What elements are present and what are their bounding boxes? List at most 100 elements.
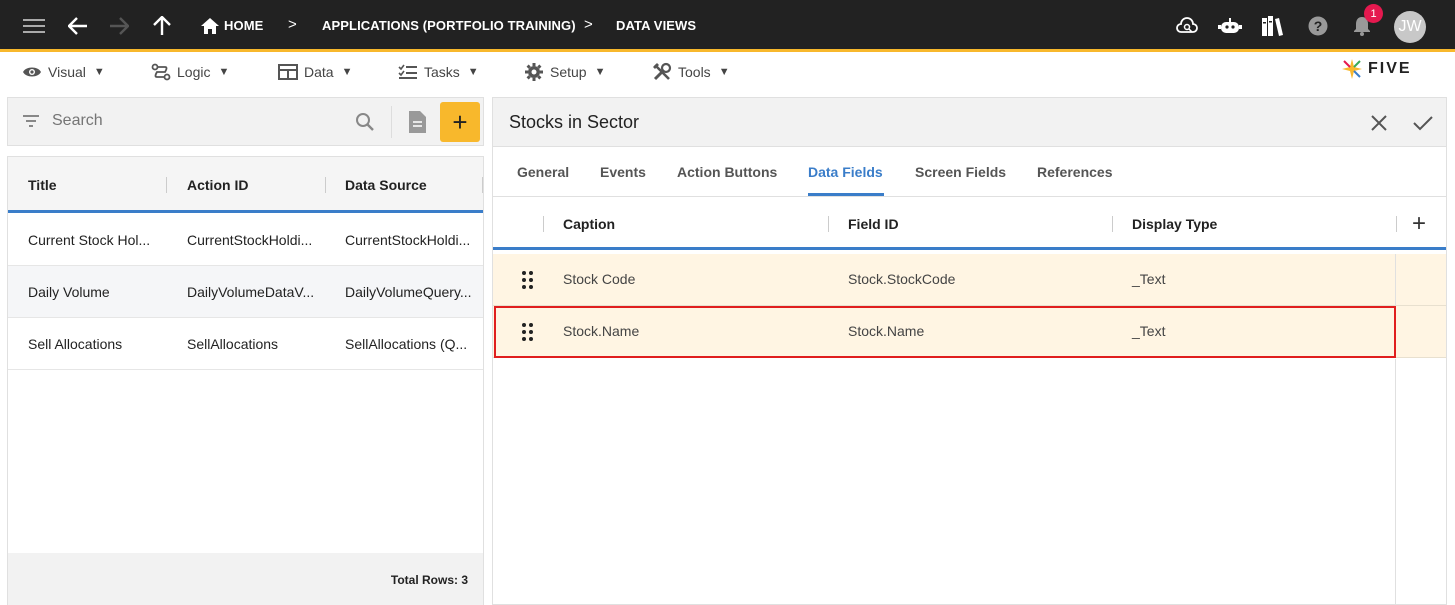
tab-data-fields[interactable]: Data Fields: [808, 164, 883, 180]
top-app-bar: HOME > APPLICATIONS (PORTFOLIO TRAINING)…: [0, 0, 1455, 52]
cloud-search-icon[interactable]: [1173, 12, 1201, 40]
hamburger-menu-icon[interactable]: [20, 12, 48, 40]
column-header-data-source[interactable]: Data Source: [345, 177, 427, 193]
detail-panel: Stocks in Sector General Events Action B…: [492, 97, 1447, 605]
add-record-button[interactable]: +: [440, 102, 480, 142]
list-item-action-id: SellAllocations: [187, 336, 279, 352]
search-input[interactable]: [52, 112, 342, 130]
breadcrumb-data-views[interactable]: DATA VIEWS: [616, 18, 696, 33]
column-divider: [828, 216, 829, 232]
filter-icon[interactable]: [22, 114, 40, 128]
menu-data[interactable]: Data ▼: [278, 61, 352, 83]
home-icon[interactable]: [196, 12, 224, 40]
tab-general[interactable]: General: [517, 164, 569, 180]
list-item-data-source: CurrentStockHoldi...: [345, 232, 471, 248]
save-check-icon[interactable]: [1413, 115, 1433, 131]
breadcrumb-separator-icon: >: [584, 16, 593, 33]
document-icon[interactable]: [407, 110, 427, 134]
list-item-title: Current Stock Hol...: [28, 232, 151, 248]
menu-setup[interactable]: Setup ▼: [524, 61, 605, 83]
menu-logic-label: Logic: [177, 64, 211, 80]
column-header-display-type[interactable]: Display Type: [1132, 216, 1217, 232]
column-divider: [1396, 216, 1397, 232]
column-header-field-id[interactable]: Field ID: [848, 216, 899, 232]
list-item-data-source: SellAllocations (Q...: [345, 336, 468, 352]
column-header-caption[interactable]: Caption: [563, 216, 615, 232]
active-tab-indicator: [808, 193, 884, 196]
notification-badge: 1: [1364, 4, 1383, 23]
cell-display-type: _Text: [1132, 271, 1166, 287]
menu-visual-label: Visual: [48, 64, 86, 80]
help-icon[interactable]: ?: [1304, 12, 1332, 40]
tab-references[interactable]: References: [1037, 164, 1113, 180]
table-row-tail: [1395, 254, 1446, 306]
logic-icon: [151, 63, 171, 81]
page-title: Stocks in Sector: [509, 112, 640, 132]
tasks-icon: [398, 64, 417, 79]
drag-handle-icon[interactable]: [521, 322, 535, 342]
gear-icon: [525, 63, 543, 81]
menu-tasks[interactable]: Tasks ▼: [398, 61, 479, 83]
close-icon[interactable]: [1371, 115, 1387, 131]
column-divider: [543, 216, 544, 232]
list-item[interactable]: Current Stock Hol... CurrentStockHoldi..…: [8, 214, 483, 266]
tab-action-buttons[interactable]: Action Buttons: [677, 164, 777, 180]
column-divider: [1112, 216, 1113, 232]
menu-tools[interactable]: Tools ▼: [652, 61, 730, 83]
list-item-action-id: CurrentStockHoldi...: [187, 232, 313, 248]
caret-down-icon: ▼: [594, 66, 606, 78]
column-header-action-id[interactable]: Action ID: [187, 177, 248, 193]
total-rows-label: Total Rows: 3: [390, 573, 468, 587]
list-item-title: Daily Volume: [28, 284, 110, 300]
five-logo: FIVE: [1340, 57, 1412, 81]
tools-icon: [653, 62, 672, 81]
column-header-title[interactable]: Title: [28, 177, 57, 193]
menu-logic[interactable]: Logic ▼: [151, 61, 229, 83]
detail-header: Stocks in Sector: [493, 98, 1446, 147]
chatbot-icon[interactable]: [1216, 12, 1244, 40]
breadcrumb-home[interactable]: HOME: [224, 18, 263, 33]
eye-icon: [23, 67, 41, 77]
up-arrow-icon[interactable]: [148, 12, 176, 40]
menu-data-label: Data: [304, 64, 334, 80]
caret-down-icon: ▼: [341, 66, 353, 78]
cell-field-id: Stock.StockCode: [848, 271, 956, 287]
list-item[interactable]: Sell Allocations SellAllocations SellAll…: [8, 318, 483, 370]
cell-caption: Stock Code: [563, 271, 636, 287]
records-list: Title Action ID Data Source Current Stoc…: [7, 156, 484, 605]
column-divider: [325, 177, 326, 193]
avatar[interactable]: JW: [1394, 11, 1426, 43]
tab-screen-fields[interactable]: Screen Fields: [915, 164, 1006, 180]
table-row-tail: [1395, 306, 1446, 358]
drag-handle-icon[interactable]: [521, 270, 535, 290]
column-divider: [482, 177, 483, 193]
fields-grid-header: Caption Field ID Display Type +: [493, 198, 1446, 250]
tab-bar: General Events Action Buttons Data Field…: [493, 147, 1446, 197]
cell-caption: Stock.Name: [563, 323, 640, 339]
list-header: Title Action ID Data Source: [8, 157, 483, 213]
list-item-action-id: DailyVolumeDataV...: [187, 284, 315, 300]
column-divider: [166, 177, 167, 193]
divider: [391, 106, 392, 138]
table-row-selected[interactable]: Stock.Name Stock.Name _Text: [493, 306, 1395, 358]
breadcrumb-applications[interactable]: APPLICATIONS (PORTFOLIO TRAINING): [322, 18, 576, 33]
table-row[interactable]: Stock Code Stock.StockCode _Text: [493, 254, 1395, 306]
search-bar: +: [7, 97, 484, 146]
caret-down-icon: ▼: [718, 66, 730, 78]
caret-down-icon: ▼: [93, 66, 105, 78]
list-footer: Total Rows: 3: [8, 553, 483, 605]
search-icon[interactable]: [355, 112, 375, 132]
library-icon[interactable]: [1259, 12, 1287, 40]
list-item-title: Sell Allocations: [28, 336, 123, 352]
cell-display-type: _Text: [1132, 323, 1166, 339]
list-item[interactable]: Daily Volume DailyVolumeDataV... DailyVo…: [8, 266, 483, 318]
back-arrow-icon[interactable]: [64, 12, 92, 40]
table-icon: [278, 64, 298, 80]
cell-field-id: Stock.Name: [848, 323, 925, 339]
add-field-button[interactable]: +: [1412, 210, 1426, 238]
menu-tools-label: Tools: [678, 64, 711, 80]
tab-events[interactable]: Events: [600, 164, 646, 180]
main-menu-bar: Visual ▼ Logic ▼ Data ▼ Tasks ▼ Setup ▼ …: [0, 55, 1455, 89]
menu-visual[interactable]: Visual ▼: [22, 61, 105, 83]
forward-arrow-icon[interactable]: [105, 12, 133, 40]
